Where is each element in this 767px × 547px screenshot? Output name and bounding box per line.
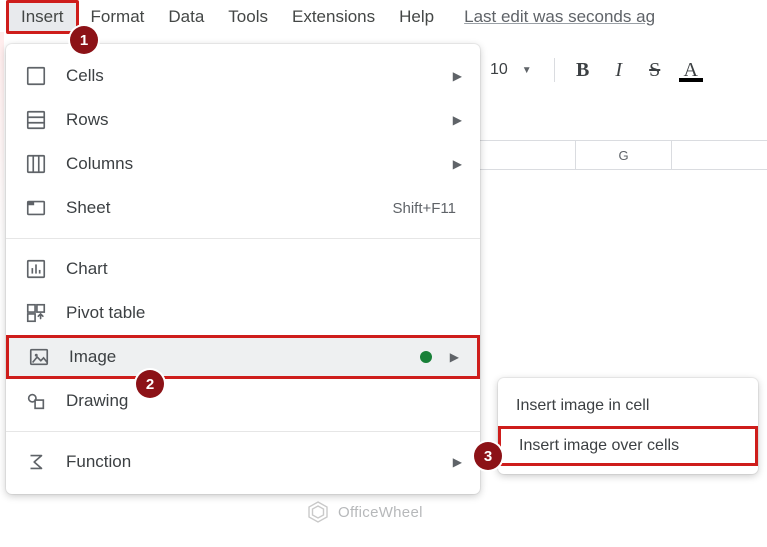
column-header: G (480, 140, 767, 170)
officewheel-logo-icon (306, 500, 330, 524)
insert-sheet-shortcut: Shift+F11 (392, 200, 456, 217)
menu-tools[interactable]: Tools (216, 3, 280, 31)
font-size-dropdown-icon[interactable]: ▼ (522, 65, 532, 76)
cells-icon (24, 64, 48, 88)
sheet-icon (24, 196, 48, 220)
insert-cells[interactable]: Cells ▶ (6, 54, 480, 98)
insert-drawing-label: Drawing (66, 391, 462, 411)
insert-pivot-label: Pivot table (66, 303, 462, 323)
strikethrough-button[interactable]: S (639, 54, 671, 86)
step-badge-3: 3 (474, 442, 502, 470)
function-icon (24, 450, 48, 474)
menu-format-label: Format (91, 7, 145, 26)
menu-insert-label: Insert (21, 7, 64, 26)
insert-columns-label: Columns (66, 154, 447, 174)
image-icon (27, 345, 51, 369)
menu-extensions[interactable]: Extensions (280, 3, 387, 31)
watermark: OfficeWheel (306, 500, 423, 524)
menu-help-label: Help (399, 7, 434, 26)
text-color-button[interactable]: A (675, 54, 707, 86)
submenu-arrow-icon: ▶ (453, 69, 462, 83)
column-blank[interactable] (480, 141, 576, 169)
insert-image-in-cell[interactable]: Insert image in cell (498, 386, 758, 426)
insert-cells-label: Cells (66, 66, 447, 86)
toolbar-fragment: 10 ▼ B I S A (480, 50, 707, 90)
submenu-arrow-icon: ▶ (453, 113, 462, 127)
insert-sheet-label: Sheet (66, 198, 392, 218)
column-g-label: G (618, 148, 628, 163)
menu-divider (6, 238, 480, 239)
menubar: Insert Format Data Tools Extensions Help… (0, 0, 767, 34)
insert-image-over-cells[interactable]: Insert image over cells (498, 426, 758, 466)
drawing-icon (24, 389, 48, 413)
insert-pivot[interactable]: Pivot table (6, 291, 480, 335)
insert-rows-label: Rows (66, 110, 447, 130)
bold-glyph: B (576, 59, 589, 82)
insert-chart-label: Chart (66, 259, 462, 279)
insert-drawing[interactable]: Drawing (6, 379, 480, 423)
watermark-text: OfficeWheel (338, 504, 423, 521)
insert-columns[interactable]: Columns ▶ (6, 142, 480, 186)
submenu-arrow-icon: ▶ (453, 157, 462, 171)
column-g[interactable]: G (576, 141, 672, 169)
font-size-value[interactable]: 10 (480, 61, 518, 79)
menu-data-label: Data (168, 7, 204, 26)
columns-icon (24, 152, 48, 176)
menu-data[interactable]: Data (156, 3, 216, 31)
step-3-number: 3 (484, 448, 492, 465)
step-1-number: 1 (80, 32, 88, 49)
sheet-body[interactable] (480, 170, 767, 547)
column-blank-2[interactable] (672, 141, 767, 169)
menu-extensions-label: Extensions (292, 7, 375, 26)
left-highlight-hint (0, 32, 4, 252)
insert-image-in-cell-label: Insert image in cell (516, 397, 649, 415)
step-badge-1: 1 (70, 26, 98, 54)
italic-button[interactable]: I (603, 54, 635, 86)
pivot-icon (24, 301, 48, 325)
new-feature-dot-icon (420, 351, 432, 363)
submenu-arrow-icon: ▶ (453, 455, 462, 469)
strike-glyph: S (649, 59, 660, 82)
rows-icon (24, 108, 48, 132)
menu-help[interactable]: Help (387, 3, 446, 31)
chart-icon (24, 257, 48, 281)
insert-image-over-cells-label: Insert image over cells (519, 437, 679, 455)
insert-image-label: Image (69, 347, 420, 367)
insert-image[interactable]: Image ▶ (6, 335, 480, 379)
insert-function-label: Function (66, 452, 447, 472)
menu-tools-label: Tools (228, 7, 268, 26)
bold-button[interactable]: B (567, 54, 599, 86)
insert-rows[interactable]: Rows ▶ (6, 98, 480, 142)
step-badge-2: 2 (136, 370, 164, 398)
image-submenu: Insert image in cell Insert image over c… (498, 378, 758, 474)
italic-glyph: I (615, 59, 622, 82)
text-color-glyph: A (683, 59, 697, 82)
insert-dropdown: Cells ▶ Rows ▶ Columns ▶ Sheet Shift+F11… (6, 44, 480, 494)
menu-insert[interactable]: Insert (6, 0, 79, 34)
submenu-arrow-icon: ▶ (450, 350, 459, 364)
menu-divider (6, 431, 480, 432)
last-edit-link[interactable]: Last edit was seconds ag (464, 7, 655, 27)
insert-function[interactable]: Function ▶ (6, 440, 480, 484)
step-2-number: 2 (146, 376, 154, 393)
insert-sheet[interactable]: Sheet Shift+F11 (6, 186, 480, 230)
toolbar-separator (554, 58, 555, 82)
insert-chart[interactable]: Chart (6, 247, 480, 291)
last-edit-text: Last edit was seconds ag (464, 7, 655, 26)
